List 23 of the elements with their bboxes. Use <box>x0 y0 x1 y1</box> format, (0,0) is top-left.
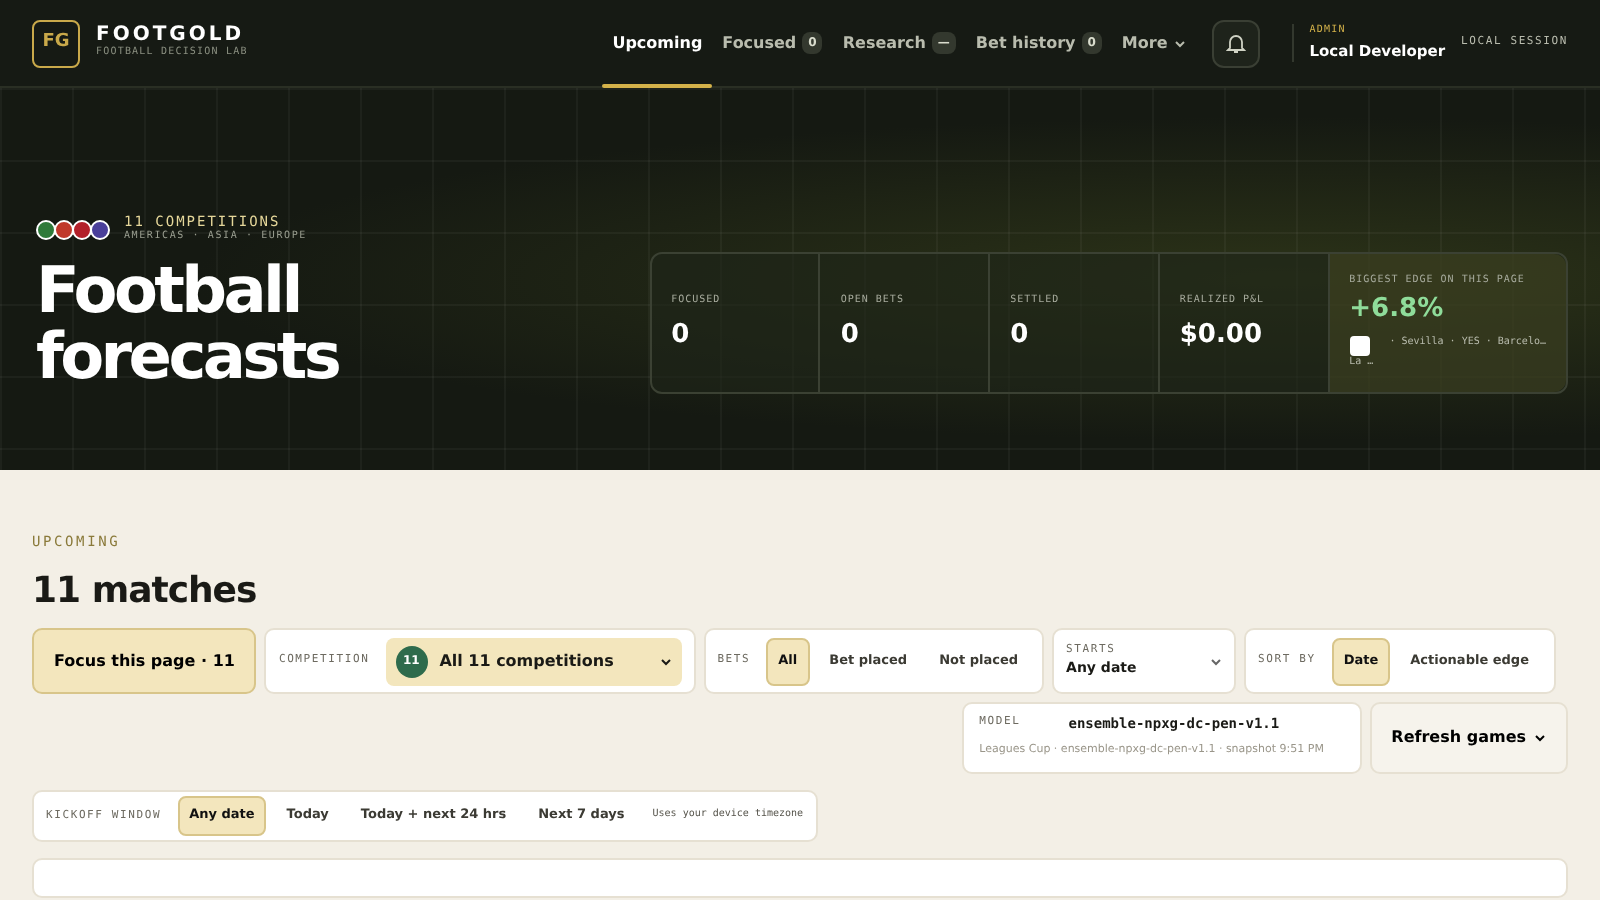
edge-value: +6.8% <box>1349 291 1446 327</box>
competition-crest-icon <box>72 220 92 241</box>
caret-icon <box>659 657 672 666</box>
nav-tab[interactable]: More <box>1111 0 1196 87</box>
nav-tab[interactable]: Upcoming <box>602 0 713 87</box>
competition-crest-icon <box>54 220 74 241</box>
bell-icon <box>1225 32 1246 54</box>
stat-value: 0 <box>840 317 861 353</box>
competition-crest-icon <box>90 220 110 241</box>
club-crest-icon <box>1349 336 1370 356</box>
competition-crest-icon <box>36 220 56 241</box>
refresh-button[interactable]: Refresh games <box>1369 702 1568 775</box>
section-title: 11 matches <box>32 569 259 613</box>
notifications-button[interactable] <box>1211 19 1260 67</box>
brand-name: FOOTGOLD <box>96 24 245 47</box>
logo-mark: FG <box>32 19 80 67</box>
stat-value: $0.00 <box>1179 317 1265 353</box>
caret-icon <box>1210 657 1223 666</box>
stat-value: 0 <box>1010 317 1031 353</box>
caret-icon <box>1534 734 1546 743</box>
focus-button[interactable]: Focus this page · 11 <box>32 628 257 695</box>
page-title: Football forecasts <box>36 257 341 392</box>
stat-value: 0 <box>671 317 692 353</box>
